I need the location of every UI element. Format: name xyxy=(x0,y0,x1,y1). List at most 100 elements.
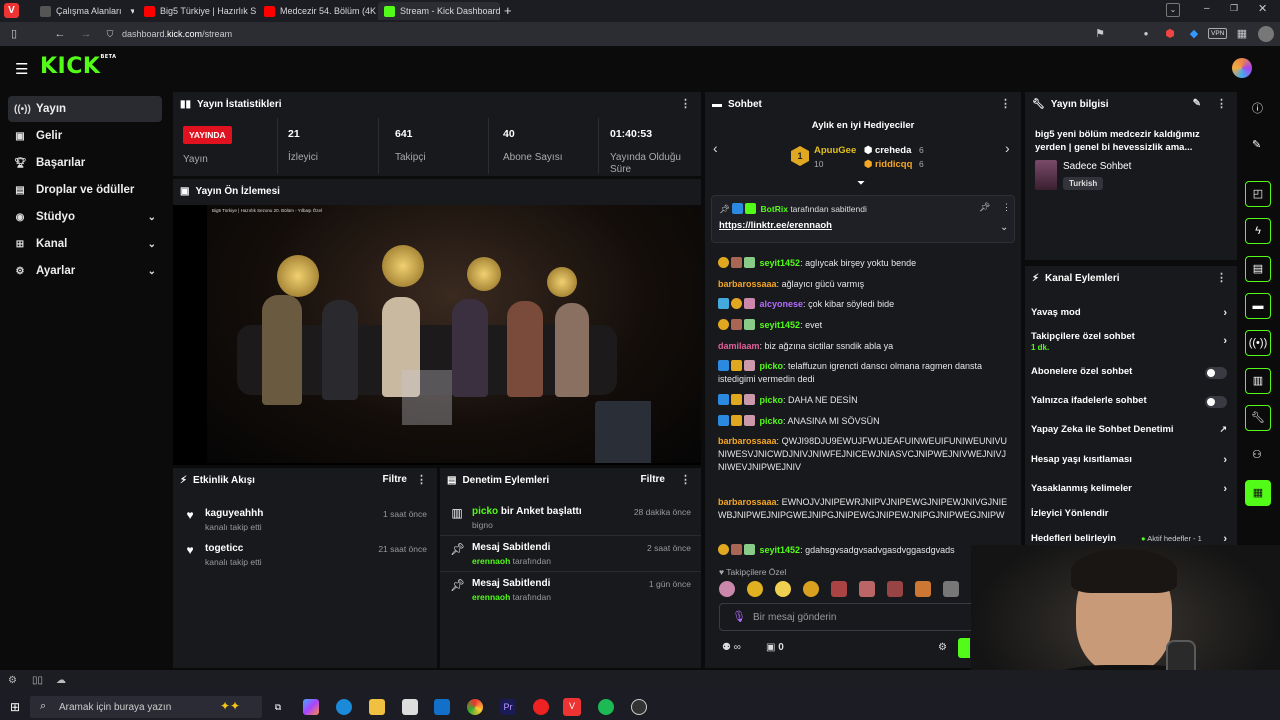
age-restriction-row[interactable]: Hesap yaşı kısıtlaması › xyxy=(1031,454,1231,476)
close-window-icon[interactable]: ✕ xyxy=(1258,2,1267,15)
edge-icon[interactable] xyxy=(336,699,352,715)
rail-notes-icon[interactable]: ▤ xyxy=(1245,256,1271,282)
emote-icon[interactable] xyxy=(859,581,875,597)
sidebar-item-gelir[interactable]: ▣ Gelir xyxy=(8,123,162,149)
emote-icon[interactable] xyxy=(775,581,791,597)
followers-only-row[interactable]: Takipçilere özel sohbet 1 dk. › xyxy=(1031,331,1231,357)
points-display[interactable]: ▣ 0 xyxy=(766,642,784,653)
tab-workspaces[interactable]: Çalışma Alanları ▾ xyxy=(34,2,134,20)
emote-icon[interactable] xyxy=(747,581,763,597)
tiling-icon[interactable]: ▯▯ xyxy=(32,675,43,686)
maximize-icon[interactable]: ❐ xyxy=(1230,3,1238,14)
subs-only-toggle[interactable] xyxy=(1205,367,1227,379)
rail-chat-icon[interactable]: ▬ xyxy=(1245,293,1271,319)
filter-button[interactable]: Filtre xyxy=(641,474,665,485)
obs-icon[interactable] xyxy=(631,699,647,715)
vivaldi-icon[interactable]: V xyxy=(563,698,581,716)
premiere-icon[interactable]: Pr xyxy=(500,699,516,715)
gifter-name[interactable]: ⬢ riddicqq xyxy=(864,159,912,170)
pinned-link[interactable]: https://linktr.ee/erennaoh xyxy=(719,220,832,231)
ai-moderation-row[interactable]: Yapay Zeka ile Sohbet Denetimi ↗ xyxy=(1031,424,1231,446)
hamburger-menu-icon[interactable]: ☰ xyxy=(15,60,28,78)
gifter-name[interactable]: ⬢ creheda xyxy=(864,145,911,156)
file-explorer-icon[interactable] xyxy=(369,699,385,715)
video-player[interactable]: Big5 Türkiye | Hazırlık Sezonu 20. Bölüm… xyxy=(173,205,701,465)
emote-icon[interactable] xyxy=(887,581,903,597)
chevron-left-icon[interactable]: ‹ xyxy=(713,140,718,156)
emote-icon[interactable] xyxy=(831,581,847,597)
back-icon[interactable]: ← xyxy=(52,26,68,42)
extensions-icon[interactable]: ▦ xyxy=(1234,26,1250,42)
tab-big5[interactable]: Big5 Türkiye | Hazırlık Sezo xyxy=(138,2,256,20)
rail-users-icon[interactable]: ⚇ xyxy=(1252,448,1262,461)
category-name[interactable]: Sadece Sohbet xyxy=(1063,161,1131,172)
chat-settings-icon[interactable]: ⚙ xyxy=(938,642,947,653)
edit-icon[interactable]: ✎ xyxy=(1193,98,1201,109)
chrome-icon[interactable] xyxy=(467,699,483,715)
opera-icon[interactable] xyxy=(533,699,549,715)
outlook-icon[interactable] xyxy=(434,699,450,715)
panel-settings-icon[interactable]: ⚙ xyxy=(8,675,17,686)
cloud-icon[interactable]: ☁ xyxy=(56,675,66,686)
chat-input[interactable]: 🎙︎ Bir mesaj gönderin xyxy=(719,603,979,631)
vivaldi-menu-icon[interactable]: V xyxy=(4,3,19,18)
url-field[interactable]: dashboard.kick.com/stream xyxy=(122,27,232,41)
rail-layout-icon[interactable]: ▥ xyxy=(1245,368,1271,394)
vpn-button[interactable]: VPN xyxy=(1208,28,1228,39)
chevron-down-icon[interactable]: ⌄ xyxy=(1000,222,1008,233)
kick-logo[interactable]: KICKBETA xyxy=(40,54,117,79)
more-options-icon[interactable]: ⋮ xyxy=(680,473,691,486)
emotes-only-toggle[interactable] xyxy=(1205,396,1227,408)
banned-words-row[interactable]: Yasaklanmış kelimeler › xyxy=(1031,483,1231,505)
redirect-viewers-row[interactable]: İzleyici Yönlendir xyxy=(1031,508,1231,530)
more-options-icon[interactable]: ⋮ xyxy=(1000,97,1011,110)
slow-mode-row[interactable]: Yavaş mod › xyxy=(1031,307,1231,329)
new-tab-icon[interactable]: + xyxy=(504,3,512,18)
windows-start-icon[interactable]: ⊞ xyxy=(10,700,20,714)
copilot-icon[interactable] xyxy=(303,699,319,715)
more-options-icon[interactable]: ⋮ xyxy=(680,97,691,110)
microphone-icon[interactable]: 🎙︎ xyxy=(732,610,746,623)
extension-shield-icon[interactable]: ⬢ xyxy=(1162,26,1178,42)
sidebar-item-yayin[interactable]: ((•)) Yayın xyxy=(8,96,162,122)
more-options-icon[interactable]: ⋮ xyxy=(1002,202,1011,213)
filter-button[interactable]: Filtre xyxy=(383,474,407,485)
extension-dot-icon[interactable]: ● xyxy=(1138,26,1154,42)
more-options-icon[interactable]: ⋮ xyxy=(1216,271,1227,284)
site-info-icon[interactable]: ⛉ xyxy=(102,26,118,42)
tab-list-icon[interactable]: ⌄ xyxy=(1166,3,1180,17)
user-avatar[interactable] xyxy=(1232,58,1252,78)
profile-avatar[interactable] xyxy=(1258,26,1274,42)
panel-toggle-icon[interactable]: ▯ xyxy=(6,26,22,42)
store-icon[interactable] xyxy=(402,699,418,715)
tab-kick-dashboard[interactable]: Stream - Kick Dashboard xyxy=(378,2,500,20)
forward-icon[interactable]: → xyxy=(78,26,94,42)
rail-screenshot-icon[interactable]: ◰ xyxy=(1245,181,1271,207)
emote-icon[interactable] xyxy=(943,581,959,597)
bookmark-icon[interactable]: ⚑ xyxy=(1092,26,1108,42)
more-options-icon[interactable]: ⋮ xyxy=(416,473,427,486)
rail-kick-icon[interactable]: ▦ xyxy=(1245,480,1271,506)
rail-wrench-icon[interactable]: 🔧︎ xyxy=(1245,405,1271,431)
more-options-icon[interactable]: ⋮ xyxy=(1216,97,1227,110)
emote-icon[interactable] xyxy=(803,581,819,597)
emote-icon[interactable] xyxy=(719,581,735,597)
rail-lightning-icon[interactable]: ϟ xyxy=(1245,218,1271,244)
send-button[interactable] xyxy=(958,638,970,658)
gifter-name[interactable]: ApuuGee xyxy=(814,145,856,156)
chevron-right-icon[interactable]: › xyxy=(1005,140,1010,156)
task-view-icon[interactable]: ⧉ xyxy=(270,699,286,715)
sidebar-item-kanal[interactable]: ⊞ Kanal ⌄ xyxy=(8,231,162,257)
extension-blue-icon[interactable]: ◆ xyxy=(1186,26,1202,42)
scroll-down-icon[interactable]: ⏷ xyxy=(857,178,865,189)
sidebar-item-studyo[interactable]: ◉ Stüdyo ⌄ xyxy=(8,204,162,230)
rail-broadcast-icon[interactable]: ((•)) xyxy=(1245,330,1271,356)
edit-icon[interactable]: ✎ xyxy=(1252,138,1261,151)
taskbar-search-input[interactable]: ⌕ Aramak için buraya yazın ✦✦ xyxy=(30,696,262,718)
tab-medcezir[interactable]: Medcezir 54. Bölüm (4K) - xyxy=(258,2,376,20)
category-thumbnail[interactable] xyxy=(1035,160,1057,190)
spotify-icon[interactable] xyxy=(598,699,614,715)
sidebar-item-basarilar[interactable]: 🏆︎ Başarılar xyxy=(8,150,162,176)
emote-icon[interactable] xyxy=(915,581,931,597)
unpin-icon[interactable]: 📌︎ xyxy=(979,202,990,213)
